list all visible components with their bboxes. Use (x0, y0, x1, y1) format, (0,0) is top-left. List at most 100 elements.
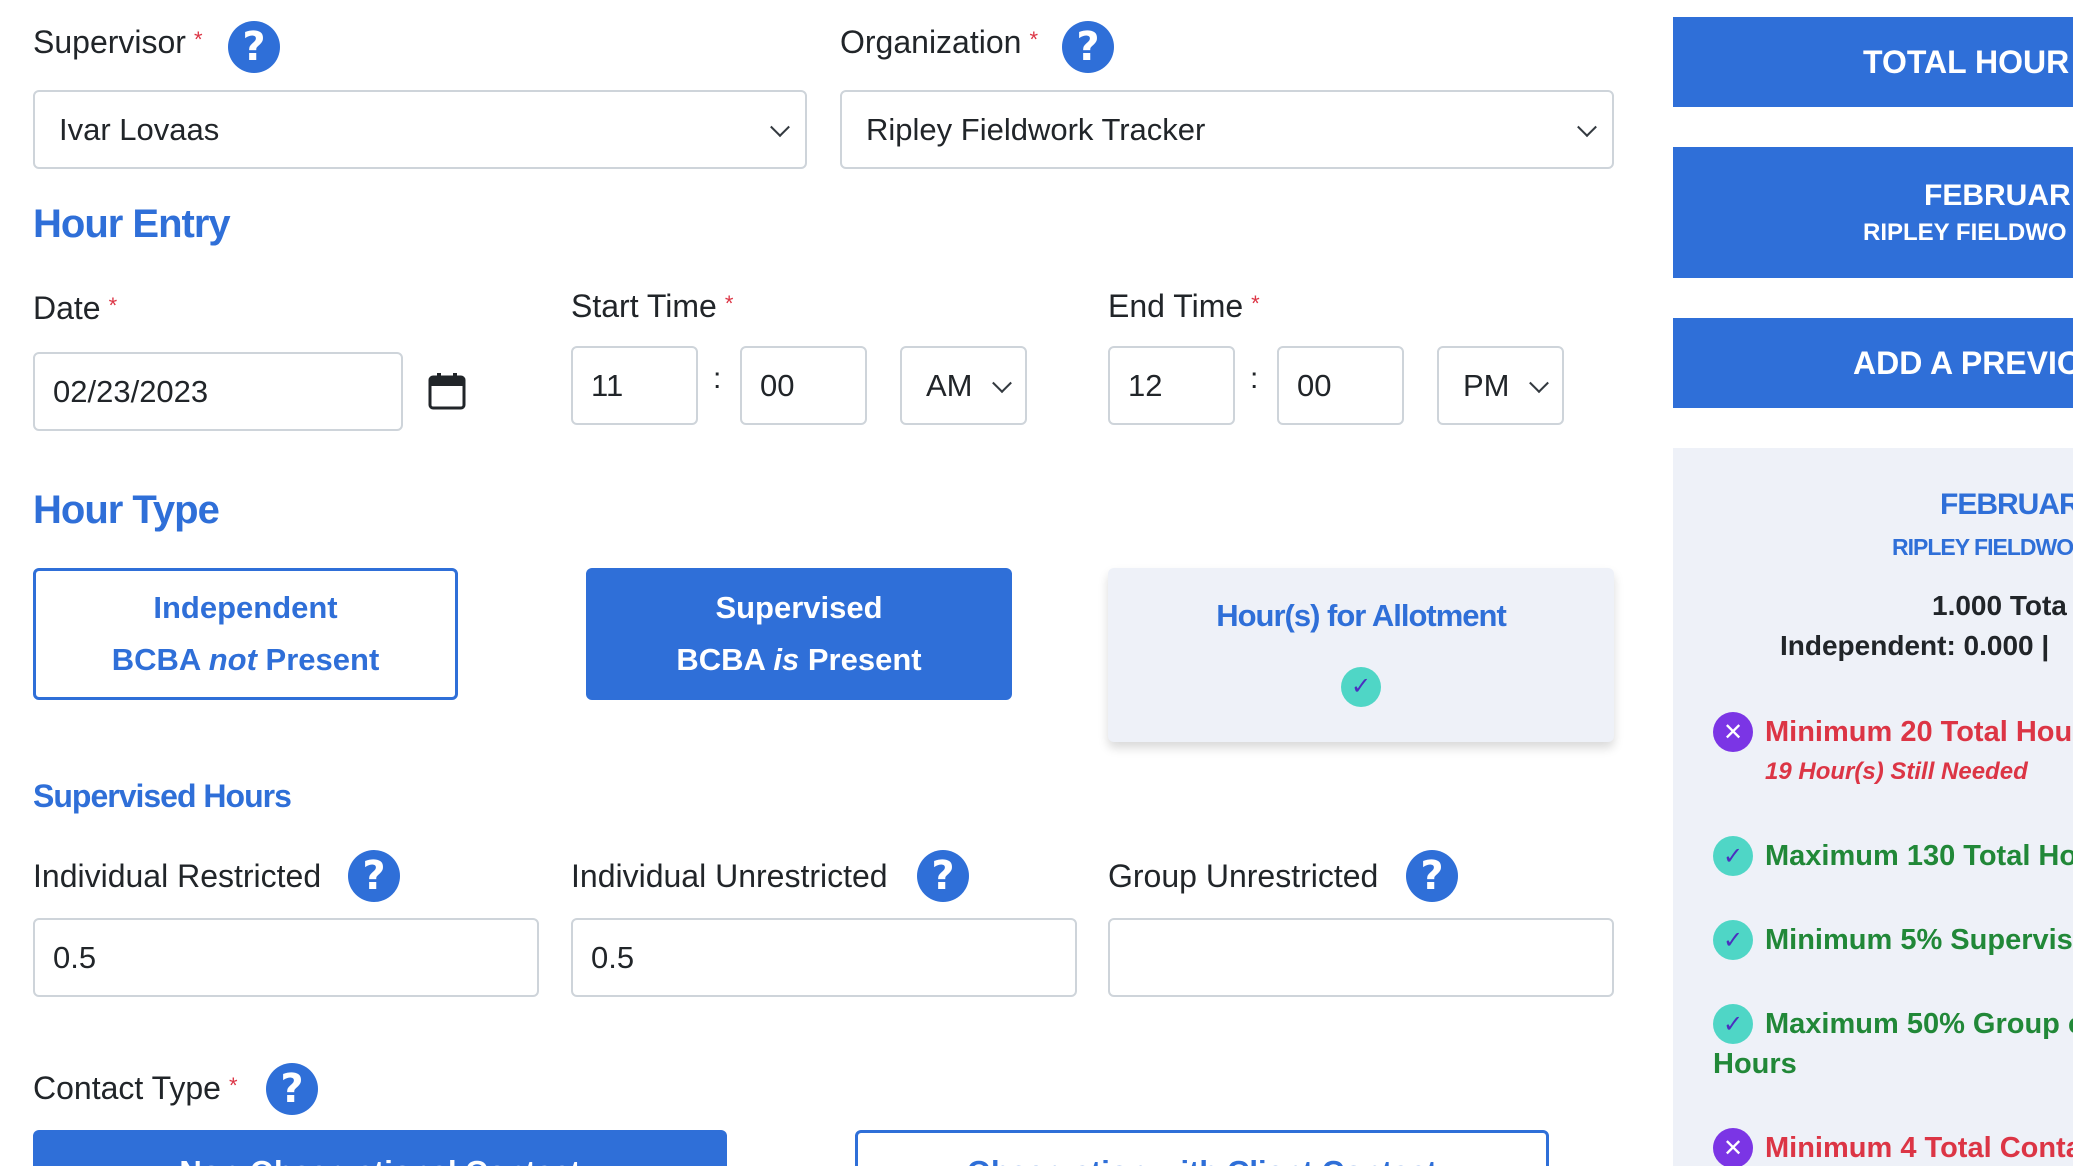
time-separator: : (713, 362, 722, 395)
supervisor-label-text: Supervisor (33, 24, 186, 60)
individual-unrestricted-input[interactable]: 0.5 (571, 918, 1077, 997)
end-period-value: PM (1463, 367, 1510, 403)
start-minute-input[interactable]: 00 (740, 346, 867, 425)
required-marker: * (228, 1073, 238, 1098)
date-input-value: 02/23/2023 (53, 373, 209, 409)
independent-type-button[interactable]: Independent BCBA not Present (33, 568, 458, 700)
non-observational-contact-button[interactable]: Non-Observational Contact (33, 1130, 727, 1166)
required-marker: * (724, 291, 734, 316)
organization-label: Organization * (840, 24, 1038, 61)
supervised-line2-emphasis: is (773, 642, 800, 677)
individual-unrestricted-label: Individual Unrestricted (571, 858, 888, 894)
individual-restricted-value: 0.5 (53, 939, 97, 975)
end-hour-input[interactable]: 12 (1108, 346, 1235, 425)
requirement-text: Minimum 4 Total Conta (1765, 1132, 2073, 1164)
panel-total-hours: 1.000 Tota (1932, 590, 2067, 621)
independent-line2-emphasis: not (208, 642, 257, 677)
supervised-type-button[interactable]: Supervised BCBA is Present (586, 568, 1012, 700)
check-circle-icon: ✓ (1713, 1004, 1753, 1044)
chevron-down-icon (1529, 372, 1549, 393)
start-time-label-text: Start Time (571, 288, 717, 324)
supervised-line1: Supervised (715, 590, 883, 625)
start-period-value: AM (926, 367, 973, 403)
required-marker: * (1251, 291, 1260, 316)
supervised-line2: BCBA is Present (586, 634, 1012, 686)
panel-org: RIPLEY FIELDWO (1892, 534, 2073, 560)
panel-month: FEBRUAR (1940, 488, 2073, 521)
month-summary-button[interactable]: FEBRUAR RIPLEY FIELDWO (1673, 147, 2073, 278)
independent-line2-pre: BCBA (111, 642, 209, 677)
requirement-min-total: ✕ Minimum 20 Total Hou (1713, 712, 2072, 752)
total-hours-button-label: TOTAL HOUR (1863, 43, 2070, 80)
end-minute-value: 00 (1297, 367, 1332, 403)
check-circle-icon: ✓ (1341, 667, 1381, 707)
observation-contact-label: Observation with Client Contact (858, 1133, 1546, 1166)
panel-breakdown: Independent: 0.000 | (1780, 630, 2050, 661)
allotment-label: Hour(s) for Allotment (1216, 598, 1507, 633)
chevron-down-icon (770, 116, 790, 137)
requirement-min-supervised: ✓ Minimum 5% Supervis (1713, 920, 2073, 960)
supervised-line2-pre: BCBA (676, 642, 774, 677)
time-separator: : (1250, 362, 1259, 395)
independent-line2-post: Present (256, 642, 380, 677)
calendar-icon[interactable] (428, 372, 466, 410)
observation-contact-button[interactable]: Observation with Client Contact (855, 1130, 1549, 1166)
organization-help-icon[interactable]: ? (1062, 21, 1114, 73)
independent-line1: Independent (153, 590, 338, 625)
requirement-text: Maximum 50% Group c (1765, 1008, 2073, 1040)
check-circle-icon: ✓ (1713, 920, 1753, 960)
supervisor-label: Supervisor * (33, 24, 203, 61)
contact-type-label-text: Contact Type (33, 1070, 221, 1106)
group-unrestricted-help-icon[interactable]: ? (1406, 850, 1458, 902)
allotment-type-button[interactable]: Hour(s) for Allotment ✓ (1108, 568, 1614, 742)
total-hours-button[interactable]: TOTAL HOUR (1673, 17, 2073, 107)
organization-select[interactable]: Ripley Fieldwork Tracker (840, 90, 1614, 169)
chevron-down-icon (1577, 116, 1597, 137)
requirement-text: Minimum 20 Total Hou (1765, 716, 2073, 748)
supervisor-select-value: Ivar Lovaas (59, 111, 220, 147)
contact-type-help-icon[interactable]: ? (266, 1063, 318, 1115)
add-previous-button[interactable]: ADD A PREVIO (1673, 318, 2073, 408)
end-minute-input[interactable]: 00 (1277, 346, 1404, 425)
start-hour-input[interactable]: 11 (571, 346, 698, 425)
requirement-text: Maximum 130 Total Ho (1765, 840, 2073, 872)
x-circle-icon: ✕ (1713, 1128, 1753, 1166)
requirements-panel: FEBRUAR RIPLEY FIELDWO 1.000 Tota Indepe… (1673, 448, 2073, 1166)
group-unrestricted-label: Group Unrestricted (1108, 858, 1379, 894)
individual-restricted-label: Individual Restricted (33, 858, 322, 894)
supervisor-help-icon[interactable]: ? (228, 21, 280, 73)
individual-restricted-input[interactable]: 0.5 (33, 918, 539, 997)
organization-select-value: Ripley Fieldwork Tracker (866, 111, 1206, 147)
end-time-label: End Time * (1108, 288, 1260, 325)
start-period-select[interactable]: AM (900, 346, 1027, 425)
non-observational-contact-label: Non-Observational Contact (33, 1130, 727, 1166)
group-unrestricted-input[interactable] (1108, 918, 1614, 997)
check-circle-icon: ✓ (1713, 836, 1753, 876)
end-hour-value: 12 (1128, 367, 1163, 403)
requirement-text-continued: Hours (1713, 1048, 1797, 1080)
supervised-line2-post: Present (799, 642, 922, 677)
supervisor-select[interactable]: Ivar Lovaas (33, 90, 807, 169)
requirement-min-contacts: ✕ Minimum 4 Total Conta (1713, 1128, 2073, 1166)
individual-restricted-help-icon[interactable]: ? (348, 850, 400, 902)
requirement-text: Minimum 5% Supervis (1765, 924, 2073, 956)
date-input[interactable]: 02/23/2023 (33, 352, 403, 431)
end-period-select[interactable]: PM (1437, 346, 1564, 425)
requirement-max-group: ✓ Maximum 50% Group c (1713, 1004, 2073, 1044)
add-previous-button-label: ADD A PREVIO (1853, 344, 2073, 381)
x-circle-icon: ✕ (1713, 712, 1753, 752)
individual-unrestricted-help-icon[interactable]: ? (917, 850, 969, 902)
requirement-note: 19 Hour(s) Still Needed (1765, 758, 2028, 785)
month-summary-month: FEBRUAR (1924, 178, 2071, 212)
start-minute-value: 00 (760, 367, 795, 403)
month-summary-org: RIPLEY FIELDWO (1863, 218, 2067, 246)
start-time-label: Start Time * (571, 288, 733, 325)
required-marker: * (1029, 27, 1038, 52)
end-time-label-text: End Time (1108, 288, 1244, 324)
hour-type-title: Hour Type (33, 488, 220, 532)
date-label: Date * (33, 290, 117, 327)
chevron-down-icon (992, 372, 1012, 393)
requirement-max-total: ✓ Maximum 130 Total Ho (1713, 836, 2073, 876)
organization-label-text: Organization (840, 24, 1022, 60)
date-label-text: Date (33, 290, 101, 326)
